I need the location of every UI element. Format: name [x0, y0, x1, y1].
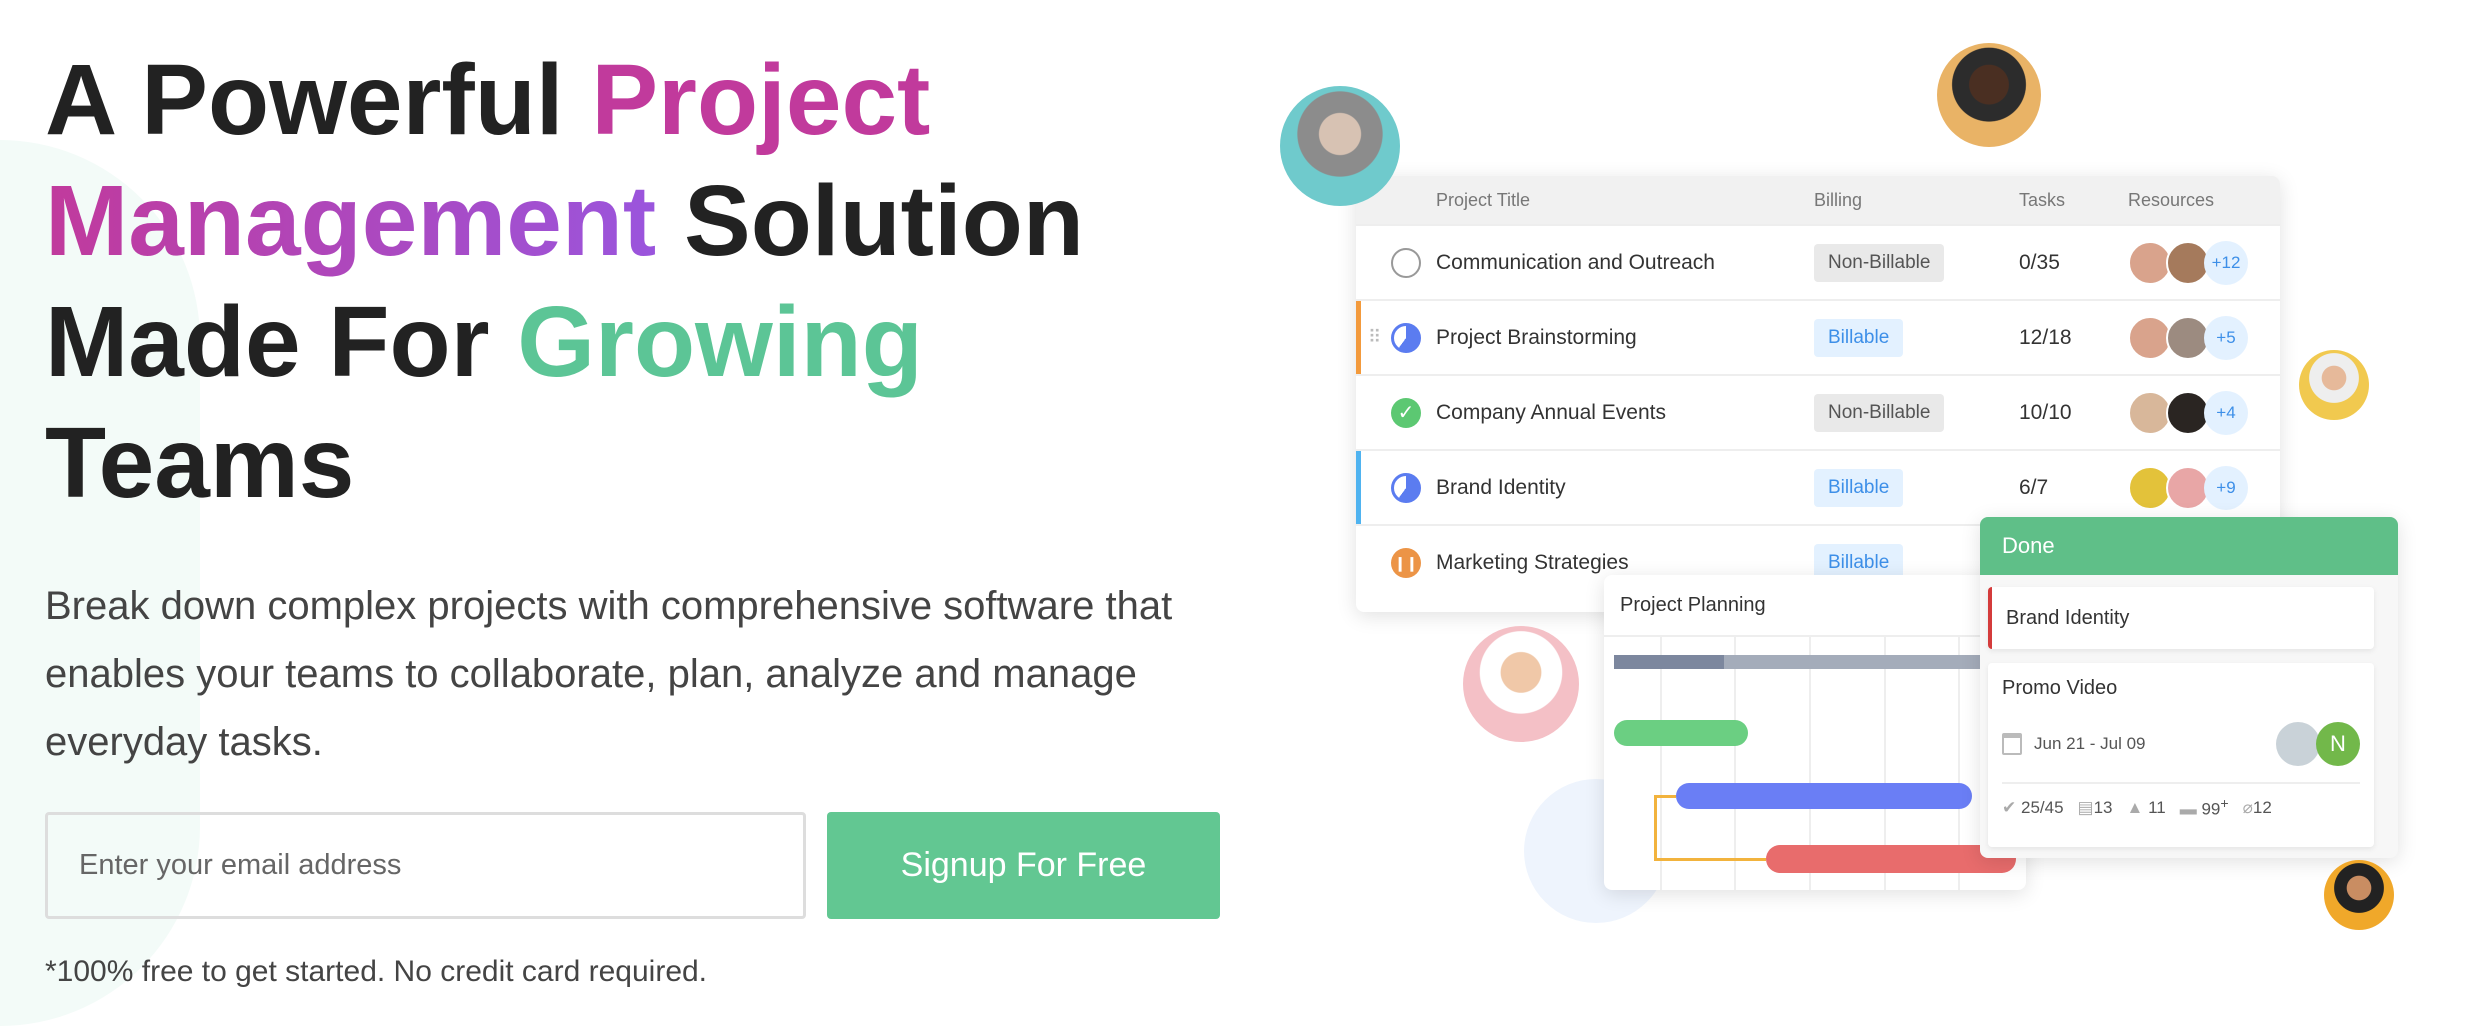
header-tasks: Tasks	[2019, 189, 2066, 210]
paperclip-icon: ⌀	[2242, 797, 2253, 817]
resources: +12	[2128, 240, 2248, 285]
user-photo-avatar	[1937, 43, 2041, 147]
hero-title: A Powerful Project Management Solution Mad…	[45, 44, 1084, 519]
task-bar[interactable]	[1766, 845, 2016, 873]
task-bar[interactable]	[1676, 783, 1972, 809]
project-title: Project Brainstorming	[1436, 325, 1637, 349]
task-count: 0/35	[2019, 250, 2060, 274]
attachments-count: 12	[2252, 797, 2272, 817]
project-title: Marketing Strategies	[1436, 550, 1629, 574]
table-row[interactable]: ⠿ Project Brainstorming Billable 12/18 +…	[1356, 299, 2280, 374]
card-title: Brand Identity	[2006, 606, 2130, 629]
checklist-stat: ✔ 25/45	[2002, 798, 2064, 818]
avatar-initial: N	[2316, 722, 2360, 766]
signup-note: *100% free to get started. No credit car…	[45, 955, 708, 988]
table-header: Project Title Billing Tasks Resources	[1356, 176, 2280, 224]
dependency-line	[1654, 858, 1766, 861]
attachments-stat: ⌀12	[2243, 798, 2272, 818]
comments-sup: +	[2220, 796, 2229, 812]
comments-stat: ▬ 99+	[2180, 796, 2229, 820]
resources: +5	[2128, 315, 2248, 360]
more-resources: +5	[2204, 315, 2248, 360]
task-count: 6/7	[2019, 475, 2049, 499]
calendar-icon	[2002, 733, 2022, 755]
comments-count: 99	[2201, 799, 2221, 819]
user-photo-avatar	[1280, 86, 1400, 206]
user-photo-avatar	[2324, 860, 2394, 930]
gantt-chart-card: Project Planning	[1604, 575, 2026, 890]
notes-count: 13	[2093, 797, 2113, 817]
billing-badge: Billable	[1814, 468, 1904, 507]
issues-stat: ▲ 11	[2127, 798, 2166, 818]
check-circle-icon: ✔	[2002, 797, 2017, 817]
warning-icon: ▲	[2126, 797, 2144, 817]
table-row[interactable]: Communication and Outreach Non-Billable …	[1356, 224, 2280, 299]
kanban-column-done: Done Brand Identity Promo Video Jun 21 -…	[1980, 517, 2398, 858]
comment-icon: ▬	[2179, 799, 2197, 819]
in-progress-icon	[1391, 472, 1421, 503]
user-photo-avatar	[1463, 626, 1579, 742]
more-resources: +4	[2204, 390, 2248, 435]
checklist-count: 25/45	[2020, 797, 2064, 817]
table-row[interactable]: ✓ Company Annual Events Non-Billable 10/…	[1356, 374, 2280, 449]
resources: +9	[2128, 465, 2248, 510]
gantt-title: Project Planning	[1604, 575, 2026, 637]
billing-badge: Non-Billable	[1814, 243, 1945, 282]
header-resources: Resources	[2128, 189, 2215, 210]
task-count: 12/18	[2019, 325, 2072, 349]
more-resources: +12	[2204, 240, 2248, 285]
header-title: Project Title	[1436, 189, 1531, 210]
card-title: Promo Video	[2002, 677, 2118, 699]
user-photo-avatar	[2299, 350, 2369, 420]
email-input[interactable]: Enter your email address	[45, 812, 806, 919]
notes-icon: ▤	[2077, 797, 2094, 817]
task-count: 10/10	[2019, 400, 2072, 424]
billing-badge: Non-Billable	[1814, 393, 1945, 432]
not-started-icon	[1391, 247, 1421, 278]
project-title: Communication and Outreach	[1436, 250, 1715, 274]
signup-button[interactable]: Signup For Free	[827, 812, 1220, 919]
avatar	[2276, 722, 2320, 766]
notes-stat: ▤13	[2078, 798, 2113, 818]
dependency-line	[1654, 795, 1676, 861]
task-bar[interactable]	[1614, 720, 1748, 746]
completed-check-icon: ✓	[1391, 397, 1421, 428]
task-card[interactable]: Brand Identity	[1988, 587, 2374, 649]
hero-description: Break down complex projects with compreh…	[45, 584, 1173, 764]
paused-icon: ❙❙	[1391, 547, 1421, 578]
row-accent	[1356, 301, 1361, 374]
task-card[interactable]: Promo Video Jun 21 - Jul 09 N ✔ 25/45 ▤1…	[1988, 663, 2374, 847]
resources: +4	[2128, 390, 2248, 435]
header-billing: Billing	[1814, 189, 1863, 210]
table-row[interactable]: Brand Identity Billable 6/7 +9	[1356, 449, 2280, 524]
card-dates: Jun 21 - Jul 09	[2034, 734, 2146, 753]
project-title: Brand Identity	[1436, 475, 1566, 499]
in-progress-icon	[1391, 322, 1421, 353]
more-resources: +9	[2204, 465, 2248, 510]
drag-handle-icon[interactable]: ⠿	[1368, 327, 1381, 348]
project-title: Company Annual Events	[1436, 400, 1666, 424]
column-header: Done	[1980, 517, 2398, 575]
row-accent	[1356, 451, 1361, 524]
summary-bar	[1614, 655, 2014, 669]
issues-count: 11	[2148, 797, 2166, 817]
billing-badge: Billable	[1814, 318, 1904, 357]
grid-line	[1734, 637, 1736, 890]
